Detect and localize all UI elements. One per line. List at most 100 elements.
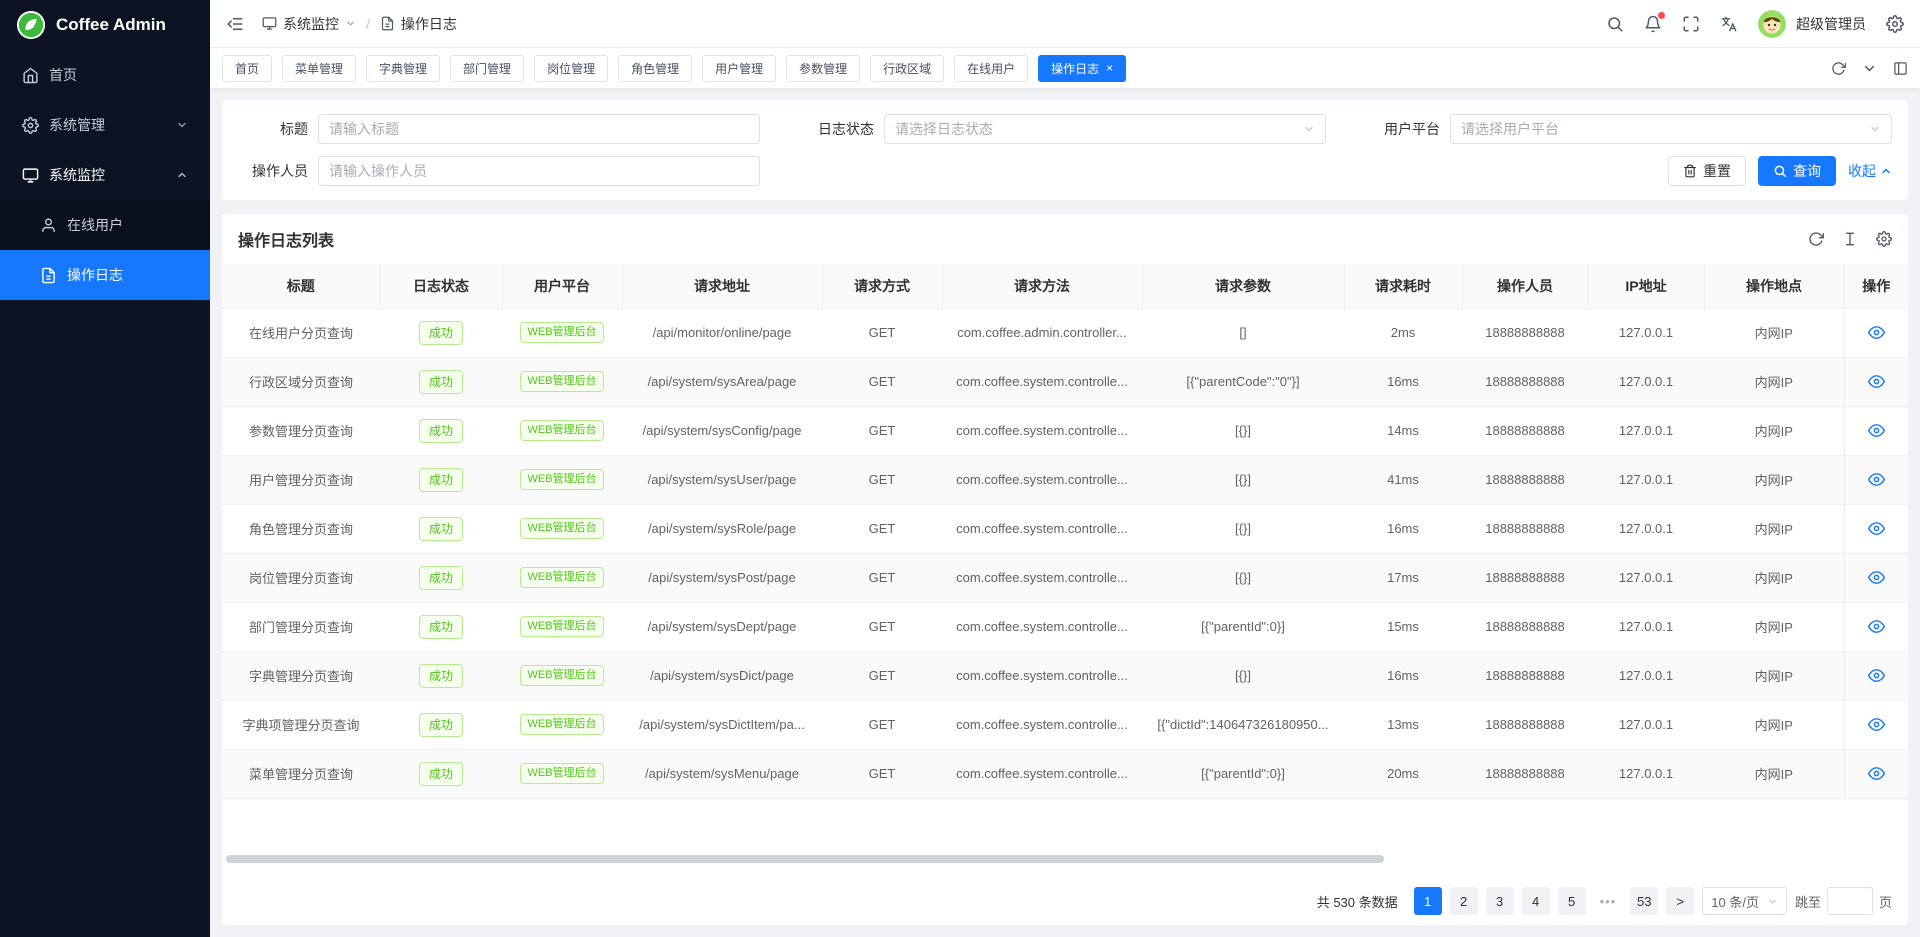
- cell-ip-address: 127.0.0.1: [1588, 406, 1704, 455]
- tab-参数管理[interactable]: 参数管理: [786, 55, 860, 82]
- sidebar-collapse-icon[interactable]: [226, 15, 244, 33]
- title-label: 标题: [238, 119, 318, 139]
- sidebar-item-online-users[interactable]: 在线用户: [0, 200, 210, 250]
- sidebar-item-home[interactable]: 首页: [0, 50, 210, 100]
- cell-request-url: /api/system/sysDept/page: [622, 602, 822, 651]
- jump-page-input[interactable]: [1827, 887, 1873, 915]
- page-button-53[interactable]: 53: [1630, 887, 1658, 915]
- platform-badge: WEB管理后台: [520, 567, 603, 588]
- collapse-filter-button[interactable]: 收起: [1848, 161, 1892, 181]
- view-detail-eye-icon[interactable]: [1868, 520, 1885, 537]
- page-ellipsis[interactable]: •••: [1594, 887, 1623, 915]
- tab-首页[interactable]: 首页: [222, 55, 272, 82]
- jump-label: 跳至: [1795, 892, 1821, 911]
- platform-badge: WEB管理后台: [520, 322, 603, 343]
- tab-label: 部门管理: [463, 60, 511, 77]
- status-badge: 成功: [419, 762, 463, 786]
- tab-岗位管理[interactable]: 岗位管理: [534, 55, 608, 82]
- view-detail-eye-icon[interactable]: [1868, 716, 1885, 733]
- cell-request-url: /api/system/sysDictItem/pa...: [622, 700, 822, 749]
- cell-status: 成功: [380, 700, 502, 749]
- tab-close-icon[interactable]: ×: [1106, 62, 1113, 74]
- cell-request-duration: 13ms: [1344, 700, 1462, 749]
- cell-request-params: [{"parentId":0}]: [1142, 749, 1344, 798]
- avatar[interactable]: [1758, 10, 1786, 38]
- search-button-label: 查询: [1793, 161, 1821, 181]
- cell-request-url: /api/system/sysPost/page: [622, 553, 822, 602]
- cell-request-function: com.coffee.system.controlle...: [942, 553, 1142, 602]
- cell-request-params: [{}]: [1142, 651, 1344, 700]
- search-icon[interactable]: [1606, 15, 1624, 33]
- tab-行政区域[interactable]: 行政区域: [870, 55, 944, 82]
- view-detail-eye-icon[interactable]: [1868, 765, 1885, 782]
- settings-gear-icon[interactable]: [1886, 15, 1904, 33]
- cell-operator: 18888888888: [1462, 749, 1588, 798]
- tab-label: 字典管理: [379, 60, 427, 77]
- tab-在线用户[interactable]: 在线用户: [954, 55, 1028, 82]
- tab-菜单管理[interactable]: 菜单管理: [282, 55, 356, 82]
- scrollbar-thumb[interactable]: [226, 855, 1384, 863]
- cell-operator: 18888888888: [1462, 455, 1588, 504]
- view-detail-eye-icon[interactable]: [1868, 422, 1885, 439]
- table-row: 参数管理分页查询 成功 WEB管理后台 /api/system/sysConfi…: [222, 406, 1908, 455]
- view-detail-eye-icon[interactable]: [1868, 667, 1885, 684]
- translate-icon[interactable]: [1720, 15, 1738, 33]
- gear-icon: [22, 117, 39, 134]
- page-size-value: 10 条/页: [1711, 892, 1759, 911]
- breadcrumb-item-system-monitor[interactable]: 系统监控: [262, 14, 356, 34]
- page-button-5[interactable]: 5: [1558, 887, 1586, 915]
- cell-request-method: GET: [822, 455, 942, 504]
- document-icon: [380, 16, 395, 31]
- tab-字典管理[interactable]: 字典管理: [366, 55, 440, 82]
- cell-ip-address: 127.0.0.1: [1588, 553, 1704, 602]
- cell-request-function: com.coffee.system.controlle...: [942, 357, 1142, 406]
- sidebar-item-operation-log[interactable]: 操作日志: [0, 250, 210, 300]
- page-button-2[interactable]: 2: [1450, 887, 1478, 915]
- operator-input[interactable]: [318, 156, 760, 186]
- view-detail-eye-icon[interactable]: [1868, 471, 1885, 488]
- column-height-icon[interactable]: [1842, 231, 1858, 247]
- sidebar-item-system-monitor[interactable]: 系统监控: [0, 150, 210, 200]
- user-platform-select[interactable]: 请选择用户平台: [1450, 114, 1892, 144]
- fullscreen-icon[interactable]: [1682, 15, 1700, 33]
- reset-button[interactable]: 重置: [1668, 156, 1746, 186]
- current-user-name[interactable]: 超级管理员: [1796, 14, 1866, 34]
- app-root: Coffee Admin 首页 系统管理: [0, 0, 1920, 937]
- table-header-row: 标题日志状态用户平台请求地址请求方式请求方法请求参数请求耗时操作人员IP地址操作…: [222, 264, 1908, 308]
- view-detail-eye-icon[interactable]: [1868, 569, 1885, 586]
- log-status-select[interactable]: 请选择日志状态: [884, 114, 1326, 144]
- notification-bell-icon[interactable]: [1644, 15, 1662, 33]
- view-detail-eye-icon[interactable]: [1868, 618, 1885, 635]
- cell-request-duration: 16ms: [1344, 504, 1462, 553]
- log-table: 标题日志状态用户平台请求地址请求方式请求方法请求参数请求耗时操作人员IP地址操作…: [222, 264, 1908, 799]
- page-size-select[interactable]: 10 条/页: [1702, 887, 1787, 915]
- page-button-4[interactable]: 4: [1522, 887, 1550, 915]
- title-input[interactable]: [318, 114, 760, 144]
- platform-badge: WEB管理后台: [520, 371, 603, 392]
- column-settings-icon[interactable]: [1876, 231, 1892, 247]
- breadcrumb: 系统监控 / 操作日志: [262, 14, 457, 34]
- tab-角色管理[interactable]: 角色管理: [618, 55, 692, 82]
- cell-ip-address: 127.0.0.1: [1588, 308, 1704, 357]
- tab-用户管理[interactable]: 用户管理: [702, 55, 776, 82]
- cell-request-method: GET: [822, 602, 942, 651]
- page-button-3[interactable]: 3: [1486, 887, 1514, 915]
- chevron-down-icon[interactable]: [1862, 61, 1877, 76]
- search-button[interactable]: 查询: [1758, 156, 1836, 186]
- view-detail-eye-icon[interactable]: [1868, 324, 1885, 341]
- page-button-1[interactable]: 1: [1414, 887, 1442, 915]
- view-detail-eye-icon[interactable]: [1868, 373, 1885, 390]
- table-row: 岗位管理分页查询 成功 WEB管理后台 /api/system/sysPost/…: [222, 553, 1908, 602]
- sidebar-item-system-management[interactable]: 系统管理: [0, 100, 210, 150]
- tab-操作日志[interactable]: 操作日志 ×: [1038, 55, 1126, 82]
- tab-部门管理[interactable]: 部门管理: [450, 55, 524, 82]
- cell-status: 成功: [380, 602, 502, 651]
- layout-icon[interactable]: [1893, 61, 1908, 76]
- next-page-button[interactable]: >: [1666, 887, 1694, 915]
- refresh-icon[interactable]: [1831, 61, 1846, 76]
- refresh-icon[interactable]: [1808, 231, 1824, 247]
- cell-operator: 18888888888: [1462, 651, 1588, 700]
- cell-request-function: com.coffee.system.controlle...: [942, 602, 1142, 651]
- column-header-请求参数: 请求参数: [1142, 264, 1344, 308]
- operator-label: 操作人员: [238, 161, 318, 181]
